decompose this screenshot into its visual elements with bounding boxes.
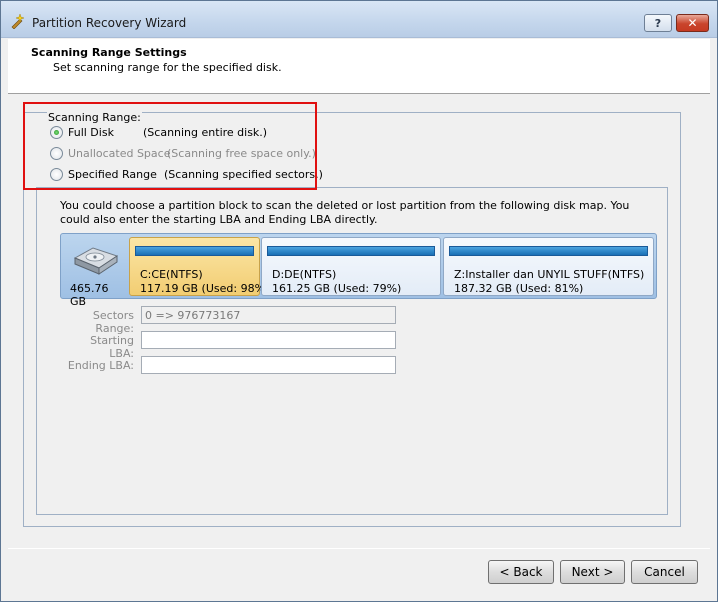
hard-disk-icon	[73, 247, 119, 275]
sectors-range-field: 0 => 976773167	[141, 306, 396, 324]
starting-lba-label: Starting LBA:	[90, 334, 134, 360]
next-button[interactable]: Next >	[560, 560, 625, 584]
usage-bar	[267, 246, 435, 256]
ending-lba-input[interactable]	[141, 356, 396, 374]
footer-divider	[8, 548, 710, 549]
partition-usage: 187.32 GB (Used: 81%)	[454, 282, 584, 295]
wizard-app-icon	[11, 13, 25, 29]
sectors-range-label: Sectors Range:	[92, 309, 134, 335]
close-button[interactable]: ✕	[676, 14, 709, 32]
disk-block[interactable]: 465.76 GB	[63, 236, 127, 308]
partition-name: Z:Installer dan UNYIL STUFF(NTFS)	[454, 268, 645, 281]
annotation-highlight-box	[23, 102, 317, 190]
window-title: Partition Recovery Wizard	[32, 16, 187, 30]
title-bar[interactable]: Partition Recovery Wizard ? ✕	[1, 1, 717, 38]
help-button[interactable]: ?	[644, 14, 672, 32]
partition-name: D:DE(NTFS)	[272, 268, 337, 281]
header-panel: Scanning Range Settings Set scanning ran…	[8, 39, 710, 94]
partition-block-d[interactable]: D:DE(NTFS) 161.25 GB (Used: 79%)	[261, 237, 441, 296]
partition-usage: 161.25 GB (Used: 79%)	[272, 282, 402, 295]
page-subtitle: Set scanning range for the specified dis…	[53, 61, 282, 74]
ending-lba-label: Ending LBA:	[67, 359, 134, 372]
usage-bar	[135, 246, 254, 256]
page-title: Scanning Range Settings	[31, 46, 187, 59]
partition-recovery-wizard-window: Partition Recovery Wizard ? ✕ Scanning R…	[0, 0, 718, 602]
disk-map: 465.76 GB C:CE(NTFS) 117.19 GB (Used: 98…	[60, 233, 657, 308]
help-icon: ?	[654, 16, 662, 30]
disk-size: 465.76 GB	[70, 282, 109, 308]
starting-lba-input[interactable]	[141, 331, 396, 349]
cancel-button[interactable]: Cancel	[631, 560, 698, 584]
close-icon: ✕	[687, 16, 698, 30]
disk-map-description: You could choose a partition block to sc…	[60, 199, 630, 226]
partition-name: C:CE(NTFS)	[140, 268, 203, 281]
partition-block-z[interactable]: Z:Installer dan UNYIL STUFF(NTFS) 187.32…	[443, 237, 654, 296]
back-button[interactable]: < Back	[488, 560, 554, 584]
partition-block-c[interactable]: C:CE(NTFS) 117.19 GB (Used: 98%	[129, 237, 265, 296]
partition-usage: 117.19 GB (Used: 98%	[140, 282, 266, 295]
usage-bar	[449, 246, 648, 256]
